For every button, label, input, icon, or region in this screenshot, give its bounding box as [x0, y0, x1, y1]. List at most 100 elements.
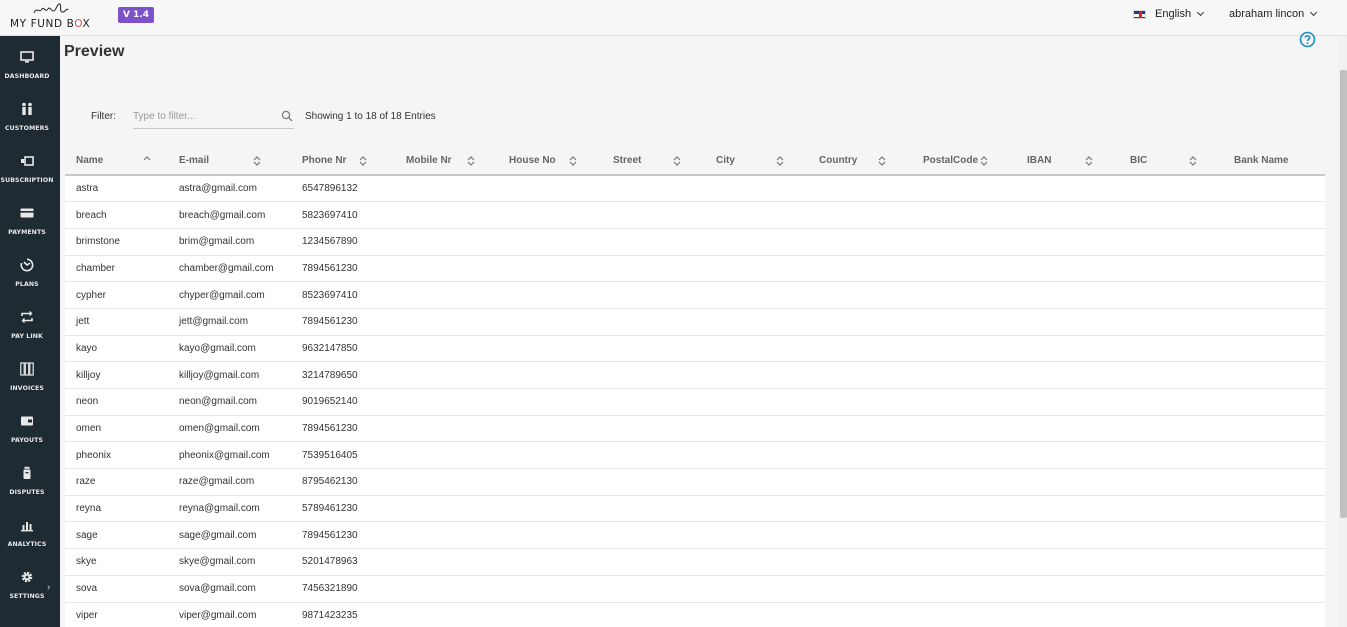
table-row[interactable]: breach breach@gmail.com 5823697410: [65, 202, 1325, 229]
table-cell: [1016, 282, 1119, 309]
uk-flag-icon: [1133, 9, 1146, 19]
table-cell: [912, 549, 1016, 576]
table-cell: [602, 495, 705, 522]
table-cell: jett: [76, 316, 90, 328]
table-cell: [395, 282, 498, 309]
table-row[interactable]: killjoy killjoy@gmail.com 3214789650: [65, 362, 1325, 389]
table-row[interactable]: cypher chyper@gmail.com 8523697410: [65, 282, 1325, 309]
sidebar-item-invoices[interactable]: INVOICES: [0, 348, 60, 400]
table-cell: omen: [76, 423, 102, 435]
expand-sidebar-icon[interactable]: ›: [47, 582, 50, 593]
column-header[interactable]: PostalCode: [912, 147, 1016, 176]
column-header[interactable]: E-mail: [168, 147, 291, 176]
sidebar-item-subscription[interactable]: SUBSCRIPTION: [0, 140, 60, 192]
column-header[interactable]: House No: [498, 147, 602, 176]
table-cell: [705, 495, 808, 522]
column-header-label: Phone Nr: [302, 155, 347, 166]
table-cell: 7539516405: [302, 449, 358, 461]
sort-icon[interactable]: [1189, 155, 1197, 167]
column-header[interactable]: City: [705, 147, 808, 176]
sidebar-item-customers[interactable]: CUSTOMERS: [0, 88, 60, 140]
column-header[interactable]: IBAN: [1016, 147, 1119, 176]
logo[interactable]: MY FUND BOX: [8, 1, 98, 33]
table-cell: [912, 415, 1016, 442]
sort-icon[interactable]: [980, 155, 988, 167]
table-row[interactable]: viper viper@gmail.com 9871423235: [65, 602, 1325, 627]
table-cell: [705, 175, 808, 202]
column-header[interactable]: Country: [808, 147, 912, 176]
language-selector[interactable]: English: [1133, 8, 1205, 20]
help-icon[interactable]: [1299, 31, 1316, 48]
sidebar-item-analytics[interactable]: ANALYTICS: [0, 504, 60, 556]
sort-icon[interactable]: [878, 155, 886, 167]
sort-icon[interactable]: [569, 155, 577, 167]
table-cell: [912, 495, 1016, 522]
table-row[interactable]: kayo kayo@gmail.com 9632147850: [65, 335, 1325, 362]
table-row[interactable]: astra astra@gmail.com 6547896132: [65, 175, 1325, 202]
sort-icon[interactable]: [1085, 155, 1093, 167]
table-cell: sage@gmail.com: [179, 529, 257, 541]
sidebar-item-settings[interactable]: SETTINGS: [0, 556, 60, 608]
user-menu[interactable]: abraham lincon: [1229, 8, 1318, 20]
table-cell: [1223, 469, 1325, 496]
sort-ascending-icon[interactable]: [143, 155, 151, 167]
sort-icon[interactable]: [253, 155, 261, 167]
table-cell: raze@gmail.com: [179, 476, 255, 488]
table-cell: [912, 308, 1016, 335]
table-row[interactable]: omen omen@gmail.com 7894561230: [65, 415, 1325, 442]
table-cell: [705, 255, 808, 282]
table-cell: [395, 335, 498, 362]
table-row[interactable]: reyna reyna@gmail.com 5789461230: [65, 495, 1325, 522]
table-row[interactable]: brimstone brim@gmail.com 1234567890: [65, 228, 1325, 256]
table-cell: viper@gmail.com: [179, 609, 257, 621]
sidebar-item-plans[interactable]: PLANS: [0, 244, 60, 296]
table-cell: [498, 389, 602, 416]
table-cell: [498, 202, 602, 229]
sidebar-item-disputes[interactable]: DISPUTES: [0, 452, 60, 504]
column-header[interactable]: Mobile Nr: [395, 147, 498, 176]
table-cell: skye@gmail.com: [179, 556, 256, 568]
table-row[interactable]: raze raze@gmail.com 8795462130: [65, 469, 1325, 496]
scrollbar-thumb[interactable]: [1340, 70, 1347, 518]
table-cell: [1223, 602, 1325, 627]
bar-chart-icon: [21, 522, 33, 532]
table-cell: [498, 469, 602, 496]
table-row[interactable]: chamber chamber@gmail.com 7894561230: [65, 255, 1325, 282]
table-cell: [395, 522, 498, 549]
table-cell: [912, 362, 1016, 389]
table-row[interactable]: jett jett@gmail.com 7894561230: [65, 308, 1325, 336]
sort-icon[interactable]: [673, 155, 681, 167]
table-cell: [912, 175, 1016, 202]
table-row[interactable]: pheonix pheonix@gmail.com 7539516405: [65, 442, 1325, 469]
people-icon: [22, 102, 32, 115]
column-header[interactable]: BIC: [1119, 147, 1223, 176]
column-header[interactable]: Street: [602, 147, 705, 176]
table-row[interactable]: sova sova@gmail.com 7456321890: [65, 575, 1325, 602]
table-row[interactable]: neon neon@gmail.com 9019652140: [65, 389, 1325, 416]
column-header[interactable]: Phone Nr: [291, 147, 395, 176]
column-header[interactable]: Name: [65, 147, 168, 176]
table-cell: [1016, 469, 1119, 496]
table-cell: [1223, 362, 1325, 389]
table-cell: [395, 495, 498, 522]
column-header-label: PostalCode: [923, 155, 979, 166]
sidebar-item-dashboard[interactable]: DASHBOARD: [0, 36, 60, 88]
sidebar-item-pay-link[interactable]: PAY LINK: [0, 296, 60, 348]
column-header[interactable]: Bank Name: [1223, 147, 1325, 176]
sort-icon[interactable]: [467, 155, 475, 167]
table-cell: [705, 575, 808, 602]
sort-icon[interactable]: [776, 155, 784, 167]
table-cell: 5823697410: [302, 209, 358, 221]
table-row[interactable]: sage sage@gmail.com 7894561230: [65, 522, 1325, 549]
table-cell: [912, 442, 1016, 469]
search-icon[interactable]: [281, 110, 293, 122]
sort-icon[interactable]: [359, 155, 367, 167]
sidebar-item-payouts[interactable]: PAYOUTS: [0, 400, 60, 452]
filter-input[interactable]: [133, 105, 273, 128]
table-cell: [1119, 389, 1223, 416]
table-cell: jett@gmail.com: [179, 316, 249, 328]
sidebar-item-payments[interactable]: PAYMENTS: [0, 192, 60, 244]
table-row[interactable]: skye skye@gmail.com 5201478963: [65, 549, 1325, 576]
table-cell: [498, 255, 602, 282]
sidebar-item-label: PAYOUTS: [10, 437, 44, 444]
